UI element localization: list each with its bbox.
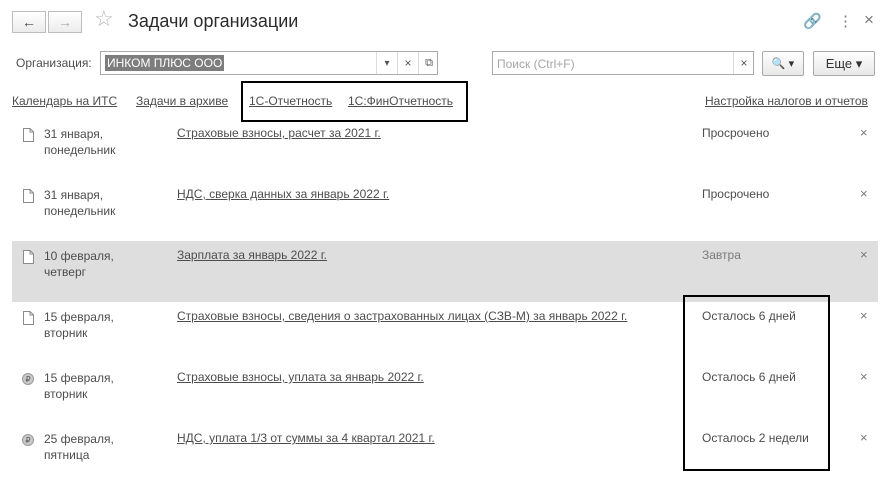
task-date-weekday: понедельник (44, 143, 116, 157)
organization-field[interactable]: ИНКОМ ПЛЮС ООО ▾ × ⧉ (100, 51, 438, 75)
task-link[interactable]: НДС, сверка данных за январь 2022 г. (177, 187, 389, 201)
task-date-weekday: четверг (44, 265, 86, 279)
task-date-day: 31 января, (44, 188, 104, 202)
task-date-weekday: понедельник (44, 204, 116, 218)
search-placeholder: Поиск (Ctrl+F) (497, 57, 575, 71)
payment-icon: ₽ (22, 373, 34, 385)
close-icon[interactable]: × (864, 10, 874, 30)
task-date-day: 15 февраля, (44, 310, 114, 324)
calendar-link[interactable]: Календарь на ИТС (12, 94, 117, 108)
search-icon: 🔍 ▾ (771, 58, 795, 70)
page-title: Задачи организации (128, 11, 299, 31)
highlight-box-links (241, 81, 468, 122)
close-icon[interactable]: × (860, 369, 868, 384)
task-date-day: 10 февраля, (44, 249, 114, 263)
back-button[interactable]: ← (12, 11, 46, 33)
task-date-weekday: вторник (44, 387, 88, 401)
close-icon[interactable]: × (860, 430, 868, 445)
task-date: 25 февраля, пятница (44, 431, 114, 463)
task-row[interactable]: 31 января, понедельник НДС, сверка данных … (12, 180, 878, 241)
task-link[interactable]: Страховые взносы, расчет за 2021 г. (177, 126, 381, 140)
task-status: Просрочено (702, 126, 770, 140)
task-date: 15 февраля, вторник (44, 370, 114, 402)
open-icon[interactable]: ⧉ (418, 52, 439, 74)
highlight-box-status (683, 295, 830, 471)
arrow-right-icon: → (58, 14, 72, 30)
archive-link[interactable]: Задачи в архиве (136, 94, 228, 108)
favorite-star-icon[interactable]: ☆ (94, 8, 114, 30)
task-link[interactable]: Зарплата за январь 2022 г. (177, 248, 327, 262)
task-date-day: 31 января, (44, 127, 104, 141)
link-icon[interactable]: 🔗 (803, 12, 822, 30)
task-date: 15 февраля, вторник (44, 309, 114, 341)
task-date-weekday: вторник (44, 326, 88, 340)
task-date: 31 января, понедельник (44, 126, 115, 158)
search-input[interactable]: Поиск (Ctrl+F) × (492, 51, 754, 75)
task-date-day: 25 февраля, (44, 432, 114, 446)
document-icon (23, 250, 34, 264)
task-row[interactable]: 31 января, понедельник Страховые взносы, р… (12, 119, 878, 180)
task-date-weekday: пятница (44, 448, 90, 462)
document-icon (23, 189, 34, 203)
arrow-left-icon: ← (22, 14, 36, 30)
more-button[interactable]: Еще ▾ (813, 51, 875, 76)
close-icon[interactable]: × (860, 308, 868, 323)
task-row[interactable]: 10 февраля, четверг Зарплата за январь 202… (12, 241, 878, 302)
organization-label: Организация: (16, 56, 92, 70)
organization-value: ИНКОМ ПЛЮС ООО (105, 55, 225, 71)
more-menu-icon[interactable]: ⋮ (838, 12, 853, 30)
task-date-day: 15 февраля, (44, 371, 114, 385)
task-status: Просрочено (702, 187, 770, 201)
task-status: Завтра (702, 248, 741, 262)
task-link[interactable]: Страховые взносы, сведения о застрахован… (177, 309, 627, 323)
document-icon (23, 128, 34, 142)
forward-button[interactable]: → (48, 11, 82, 33)
close-icon[interactable]: × (860, 186, 868, 201)
task-date: 31 января, понедельник (44, 187, 115, 219)
task-link[interactable]: НДС, уплата 1/3 от суммы за 4 квартал 20… (177, 431, 435, 445)
task-link[interactable]: Страховые взносы, уплата за январь 2022 … (177, 370, 424, 384)
document-icon (23, 311, 34, 325)
search-clear-icon[interactable]: × (733, 52, 754, 74)
tax-settings-link[interactable]: Настройка налогов и отчетов (705, 94, 868, 108)
payment-icon: ₽ (22, 434, 34, 446)
search-button[interactable]: 🔍 ▾ (762, 51, 804, 76)
close-icon[interactable]: × (860, 247, 868, 262)
dropdown-icon[interactable]: ▾ (376, 52, 397, 74)
task-date: 10 февраля, четверг (44, 248, 114, 280)
clear-icon[interactable]: × (397, 52, 418, 74)
close-icon[interactable]: × (860, 125, 868, 140)
